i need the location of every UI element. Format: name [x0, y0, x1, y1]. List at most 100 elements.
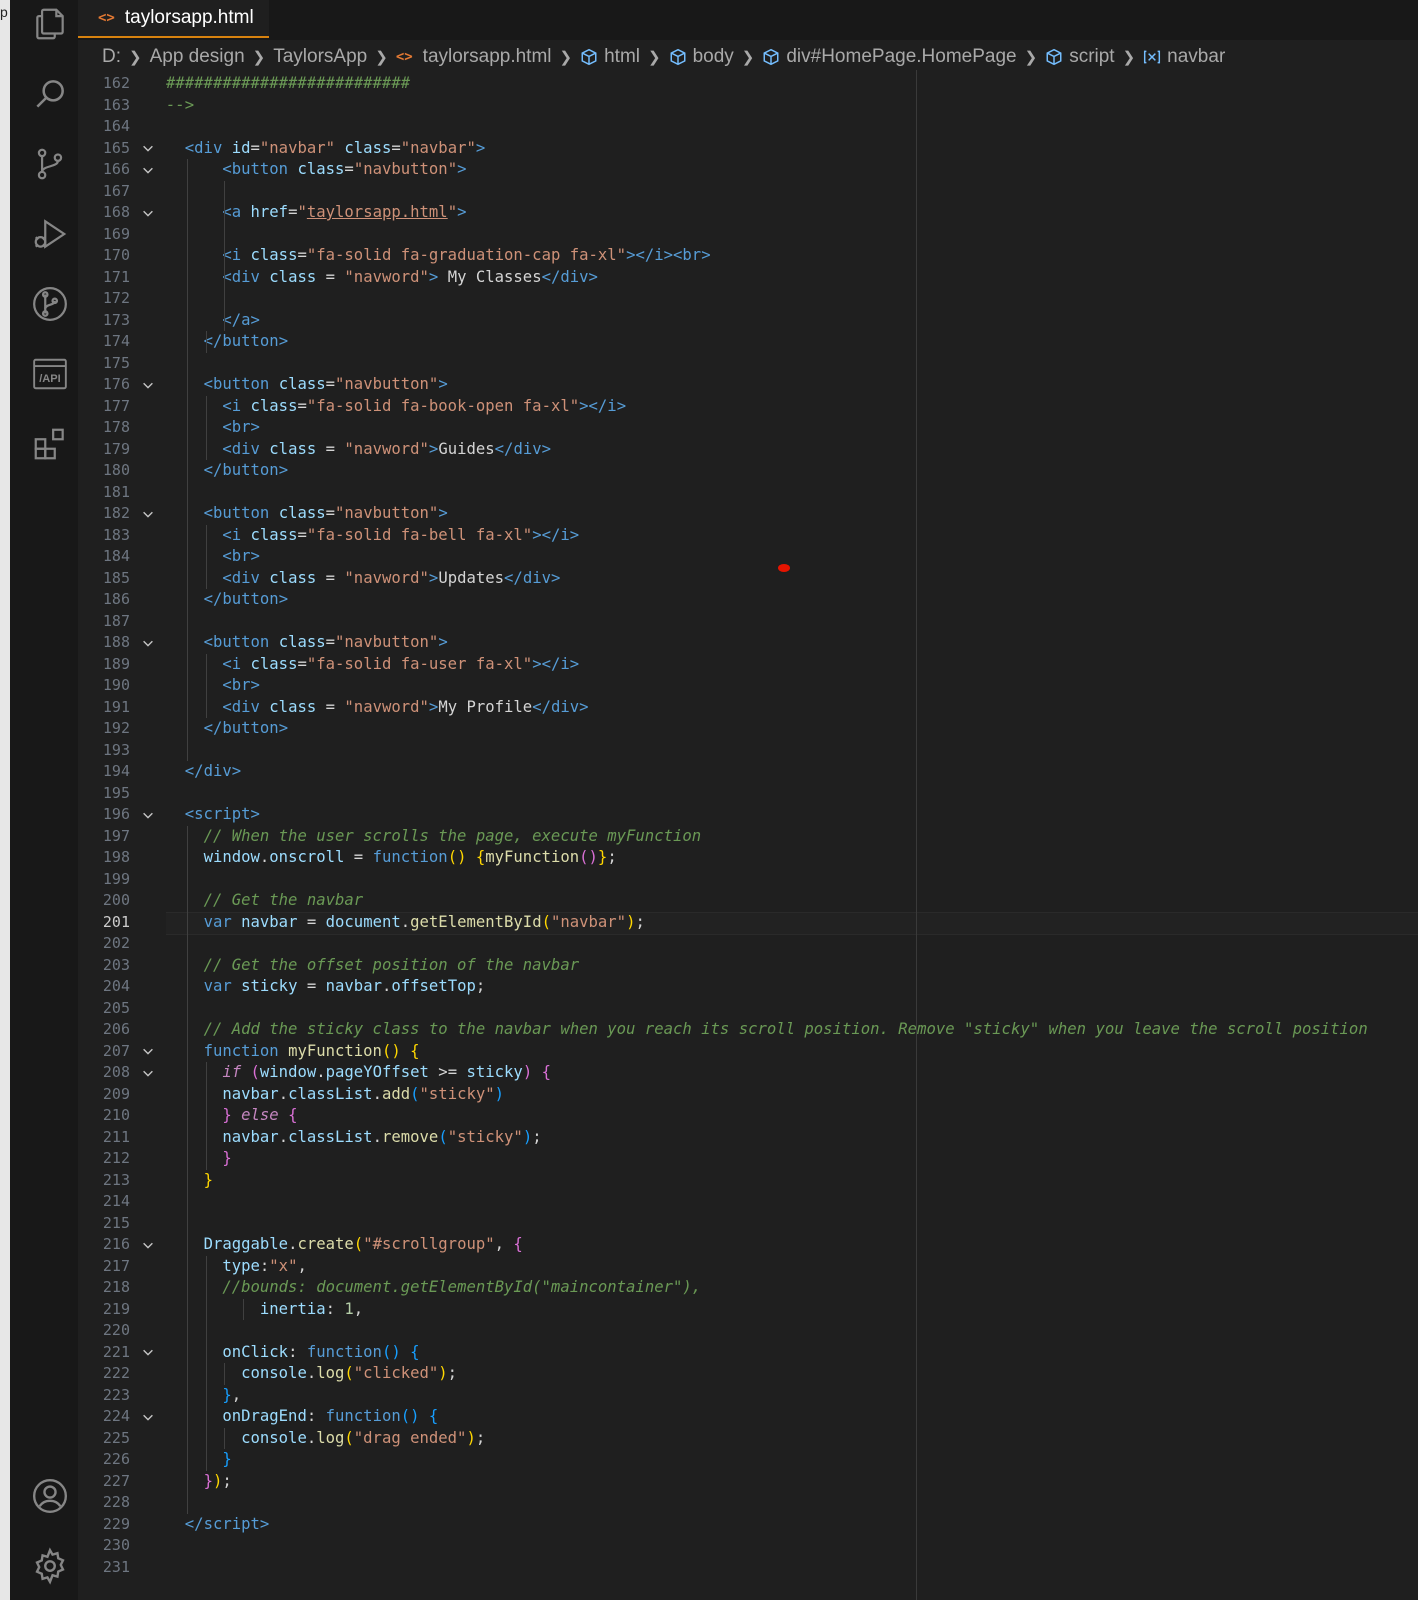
code-line: //bounds: document.getElementById("mainc… — [166, 1277, 701, 1299]
fold-chevron-icon[interactable] — [140, 374, 156, 396]
fold-chevron-icon[interactable] — [140, 1342, 156, 1364]
code-line: <div class = "navword">Updates</div> — [166, 568, 560, 590]
code-token: Guides — [438, 439, 495, 458]
code-token: "navword" — [344, 439, 429, 458]
code-token: > — [250, 418, 260, 436]
fold-chevron-icon[interactable] — [140, 159, 156, 181]
code-token: >= — [428, 1063, 467, 1081]
extensions-icon[interactable] — [30, 424, 70, 464]
account-icon[interactable] — [30, 1476, 70, 1516]
fold-chevron-icon[interactable] — [140, 1234, 156, 1256]
breadcrumb-label: script — [1069, 46, 1115, 67]
chevron-right-icon: ❯ — [129, 49, 142, 66]
breadcrumb-item[interactable]: ❯ TaylorsApp — [245, 46, 368, 68]
breadcrumb-item[interactable]: ❯ html — [552, 46, 640, 68]
breadcrumb-item[interactable]: ❯ div#HomePage.HomePage — [734, 46, 1017, 68]
code-token: > — [579, 697, 589, 716]
code-token: < — [222, 697, 232, 716]
code-editor[interactable]: ########################## --> <div id="n… — [166, 70, 1418, 1600]
code-token: = — [325, 375, 336, 393]
code-token: class — [250, 525, 298, 544]
explorer-icon[interactable] — [30, 4, 70, 44]
code-token: . — [306, 1364, 317, 1382]
line-number: 224 — [102, 1407, 130, 1425]
line-number: 228 — [102, 1493, 130, 1511]
code-token: i — [607, 396, 617, 415]
code-token: < — [222, 418, 232, 436]
breadcrumb: D: ❯ App design ❯ TaylorsApp ❯ <> taylorsapp.ht… — [102, 44, 1225, 70]
code-token: : — [306, 1407, 326, 1425]
fold-chevron-icon[interactable] — [140, 202, 156, 224]
settings-icon[interactable] — [30, 1546, 70, 1586]
code-token: // When the user scrolls the page, execu… — [203, 826, 702, 845]
code-token: 1 — [344, 1299, 354, 1318]
breadcrumb-label: html — [604, 46, 640, 67]
code-token: div — [550, 697, 580, 716]
code-token: > — [475, 138, 486, 157]
breadcrumb-item[interactable]: ❯ <> taylorsapp.html — [367, 46, 551, 68]
code-line: <i class="fa-solid fa-graduation-cap fa-… — [166, 245, 710, 267]
breadcrumb-item[interactable]: ❯ navbar — [1115, 46, 1226, 68]
run-debug-icon[interactable] — [30, 214, 70, 254]
code-token: ( — [344, 1428, 354, 1447]
code-token: "navbutton" — [353, 160, 458, 178]
fold-chevron-icon[interactable] — [140, 138, 156, 160]
fold-chevron-icon[interactable] — [140, 632, 156, 654]
fold-chevron-icon[interactable] — [140, 1041, 156, 1063]
code-token: = — [250, 138, 260, 157]
code-token: = — [391, 138, 401, 157]
breadcrumb-item[interactable]: ❯ body — [640, 46, 734, 68]
breadcrumb-item[interactable]: ❯ script — [1017, 46, 1115, 68]
code-token: { — [475, 848, 486, 866]
source-control-icon[interactable] — [30, 144, 70, 184]
line-number: 179 — [102, 439, 130, 458]
code-token: log — [316, 1364, 345, 1382]
breadcrumb-item[interactable]: ❯ App design — [121, 46, 245, 68]
code-token: > — [259, 1514, 270, 1533]
line-number: 194 — [102, 762, 130, 780]
breadcrumb-label: D: — [102, 46, 121, 67]
code-token: > — [428, 267, 439, 286]
code-token: < — [222, 676, 232, 694]
window-edge-strip: p — [0, 0, 10, 1600]
chevron-right-icon: ❯ — [1024, 49, 1038, 66]
fold-chevron-icon[interactable] — [140, 1406, 156, 1428]
code-token: } — [222, 1149, 232, 1167]
code-line: }, — [166, 1385, 241, 1407]
git-graph-icon[interactable] — [30, 284, 70, 324]
tab-bar: <> taylorsapp.html — [78, 0, 1418, 40]
fold-chevron-icon[interactable] — [140, 804, 156, 826]
code-token: "navbar" — [550, 912, 627, 931]
code-token: > — [457, 160, 467, 178]
fold-chevron-icon[interactable] — [140, 1062, 156, 1084]
search-icon[interactable] — [30, 74, 70, 114]
line-number: 226 — [102, 1450, 130, 1468]
tab-taylorsapp-html[interactable]: <> taylorsapp.html — [78, 0, 269, 38]
line-number: 168 — [102, 203, 130, 221]
code-token: class — [250, 654, 298, 673]
code-token: : — [288, 1342, 307, 1361]
code-token: " — [447, 203, 458, 221]
breadcrumb-item[interactable]: D: — [102, 46, 121, 68]
api-icon[interactable]: /API — [30, 354, 70, 394]
code-token: div — [513, 439, 542, 458]
line-number: 178 — [102, 418, 130, 436]
code-token: div — [522, 568, 551, 587]
code-token: ( — [353, 1235, 364, 1253]
fold-chevron-icon[interactable] — [140, 503, 156, 525]
tab-label: taylorsapp.html — [124, 7, 254, 28]
code-token: > — [428, 568, 439, 587]
